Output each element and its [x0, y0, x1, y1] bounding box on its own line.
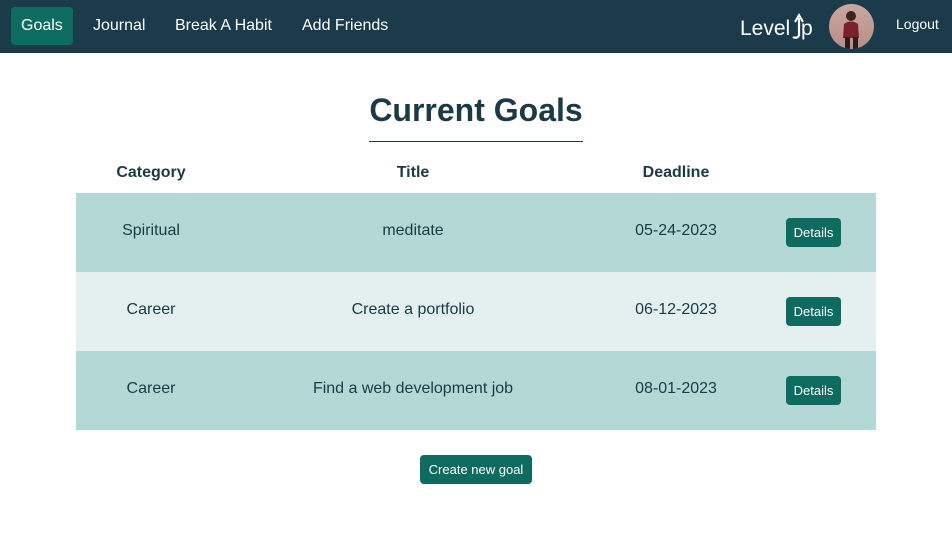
column-header-category: Category	[116, 164, 186, 181]
cell-category: Career	[126, 380, 176, 397]
logo-text-p: p	[801, 17, 813, 40]
cell-category: Career	[126, 301, 176, 318]
details-button[interactable]: Details	[786, 218, 841, 247]
logo-text-level: Level	[740, 17, 790, 40]
details-button[interactable]: Details	[786, 376, 841, 405]
nav-link-break-a-habit[interactable]: Break A Habit	[175, 7, 272, 45]
cell-category: Spiritual	[122, 222, 180, 239]
column-header-deadline: Deadline	[642, 164, 710, 181]
cell-deadline: 05-24-2023	[635, 222, 717, 239]
logout-link[interactable]: Logout	[896, 16, 939, 32]
cell-title: meditate	[382, 222, 444, 239]
column-header-title: Title	[396, 164, 430, 181]
cell-deadline: 08-01-2023	[635, 380, 717, 397]
avatar[interactable]	[829, 4, 874, 49]
page-title: Current Goals	[369, 92, 583, 128]
nav-link-goals[interactable]: Goals	[11, 7, 73, 45]
details-button[interactable]: Details	[786, 297, 841, 326]
navbar: Goals Journal Break A Habit Add Friends …	[0, 0, 952, 53]
table-row: Career Create a portfolio 06-12-2023 Det…	[76, 272, 876, 351]
nav-link-add-friends[interactable]: Add Friends	[302, 7, 388, 45]
title-underline	[369, 141, 583, 142]
cell-title: Find a web development job	[312, 380, 514, 397]
table-row: Career Find a web development job 08-01-…	[76, 351, 876, 430]
user-avatar-icon	[829, 4, 874, 49]
cell-title: Create a portfolio	[351, 301, 475, 318]
nav-link-journal[interactable]: Journal	[93, 7, 145, 45]
cell-deadline: 06-12-2023	[635, 301, 717, 318]
create-new-goal-button[interactable]: Create new goal	[420, 455, 532, 484]
levelup-logo[interactable]: Level p	[740, 12, 816, 42]
table-row: Spiritual meditate 05-24-2023 Details	[76, 193, 876, 272]
